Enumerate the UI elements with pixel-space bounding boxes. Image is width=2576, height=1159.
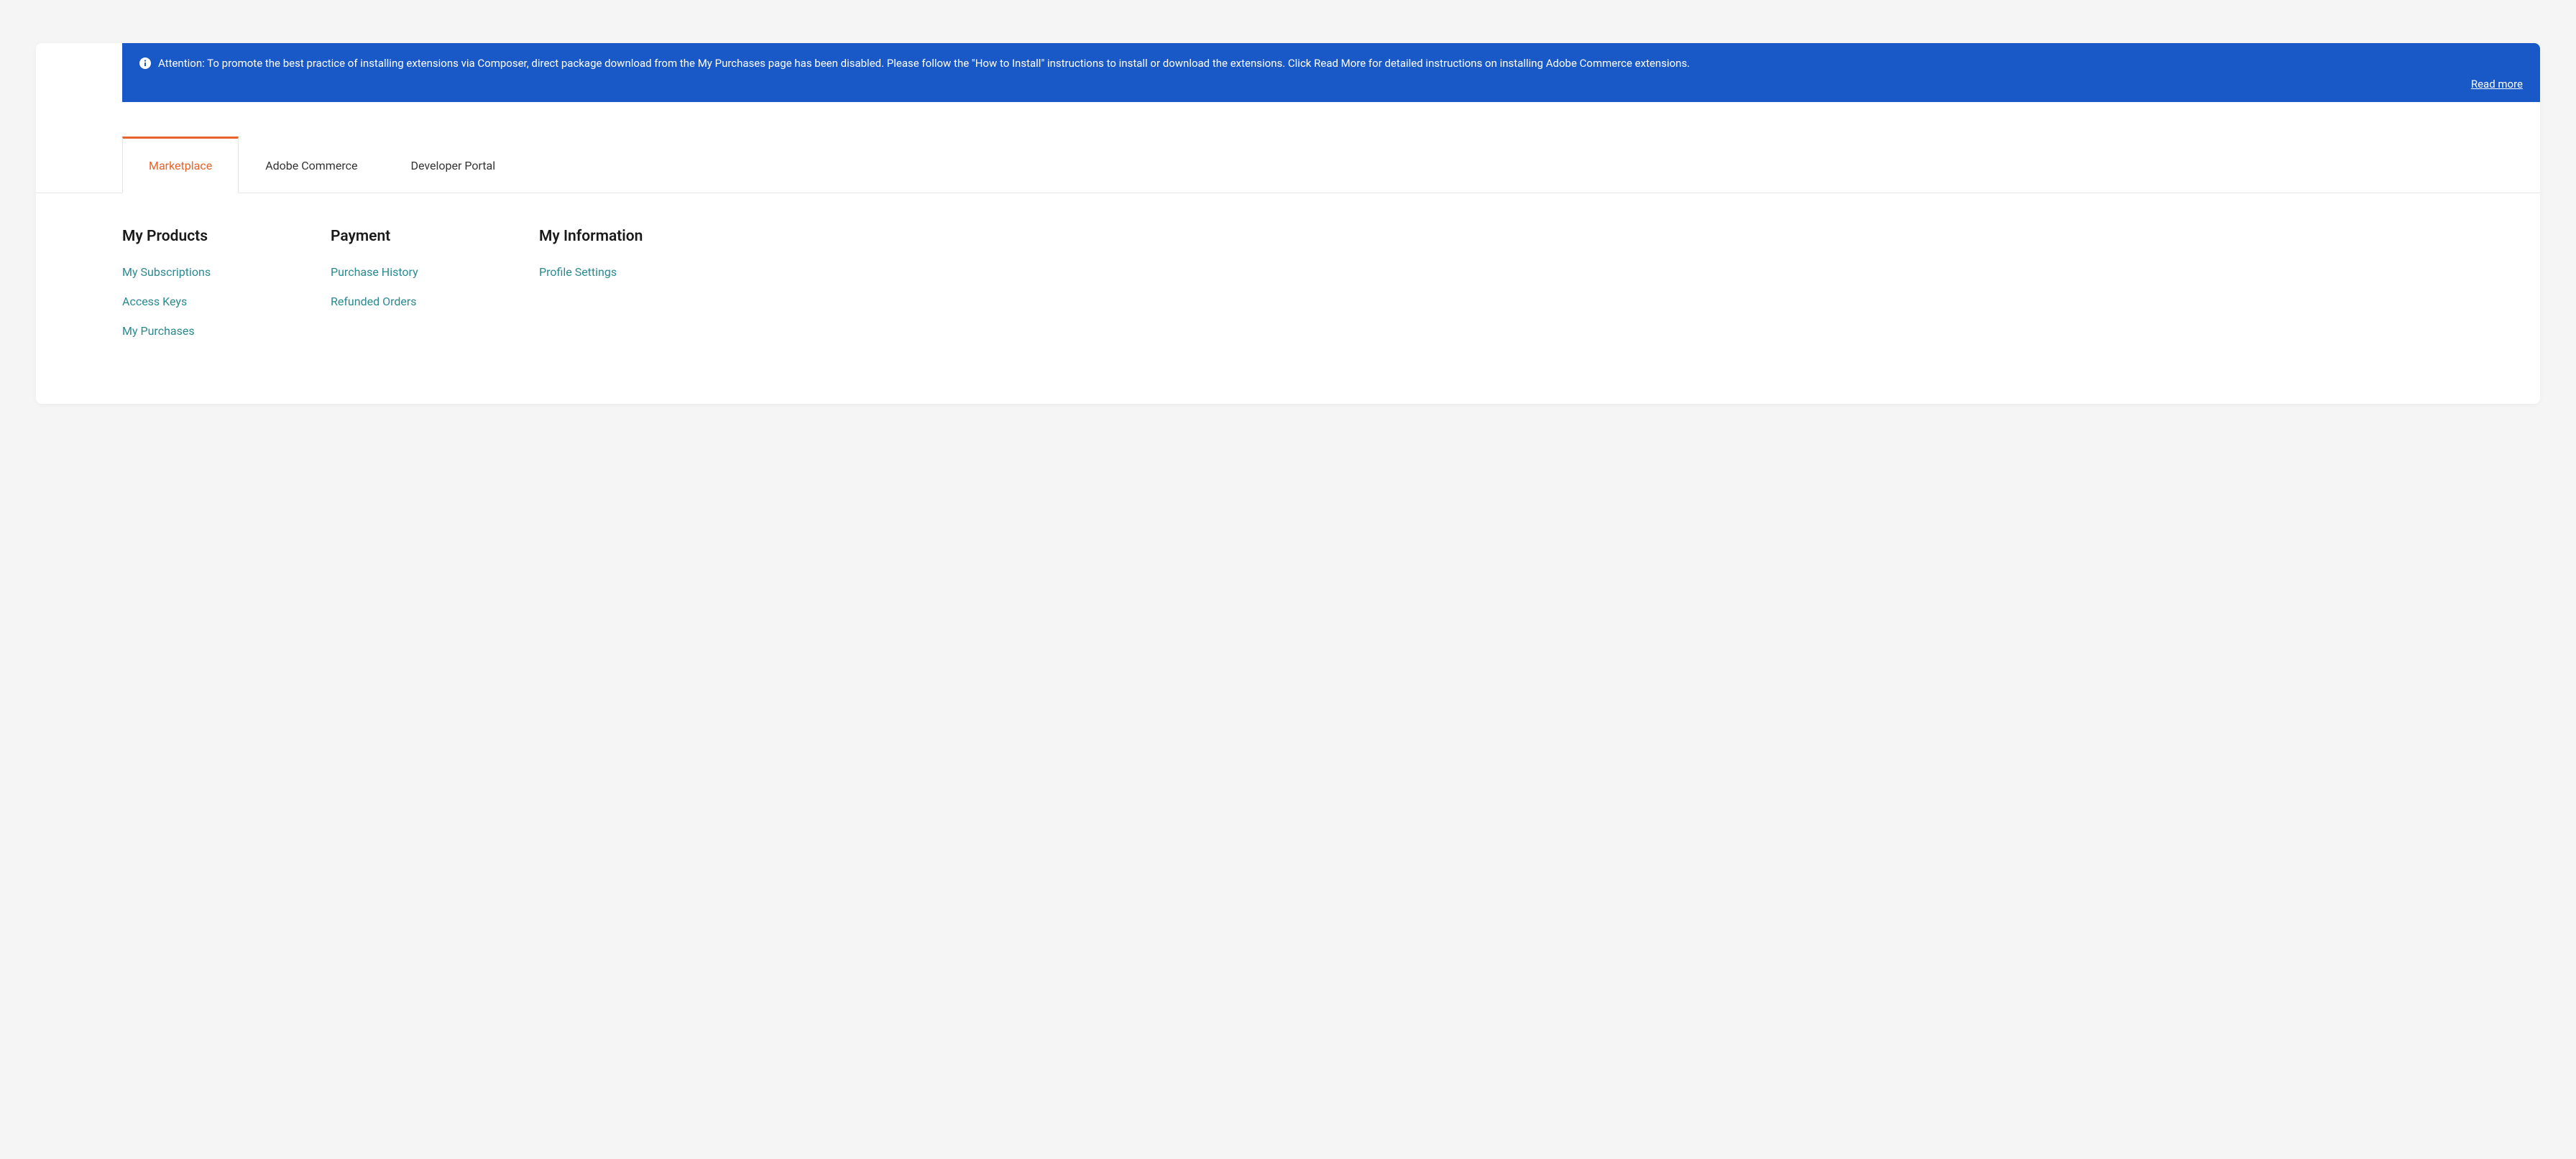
heading-payment: Payment (331, 228, 460, 245)
links-my-products: My Subscriptions Access Keys My Purchase… (122, 265, 252, 338)
column-my-products: My Products My Subscriptions Access Keys… (122, 228, 252, 354)
column-my-information: My Information Profile Settings (539, 228, 668, 354)
column-payment: Payment Purchase History Refunded Orders (331, 228, 460, 354)
banner-text: Attention: To promote the best practice … (158, 56, 1690, 72)
list-item: Purchase History (331, 265, 460, 279)
link-access-keys[interactable]: Access Keys (122, 295, 187, 308)
info-icon (139, 57, 151, 69)
list-item: My Purchases (122, 324, 252, 338)
links-payment: Purchase History Refunded Orders (331, 265, 460, 308)
tab-marketplace[interactable]: Marketplace (122, 137, 239, 193)
columns: My Products My Subscriptions Access Keys… (122, 228, 2540, 354)
tab-developer-portal[interactable]: Developer Portal (384, 137, 522, 193)
link-my-purchases[interactable]: My Purchases (122, 324, 195, 338)
link-profile-settings[interactable]: Profile Settings (539, 265, 617, 279)
list-item: Profile Settings (539, 265, 668, 279)
content-area: My Products My Subscriptions Access Keys… (36, 193, 2540, 404)
links-my-information: Profile Settings (539, 265, 668, 279)
link-purchase-history[interactable]: Purchase History (331, 265, 418, 279)
tabs-bar: Marketplace Adobe Commerce Developer Por… (36, 137, 2540, 193)
link-refunded-orders[interactable]: Refunded Orders (331, 295, 417, 308)
heading-my-information: My Information (539, 228, 668, 245)
list-item: Access Keys (122, 295, 252, 308)
tabs: Marketplace Adobe Commerce Developer Por… (122, 137, 2540, 193)
account-panel: Attention: To promote the best practice … (36, 43, 2540, 404)
list-item: My Subscriptions (122, 265, 252, 279)
tab-adobe-commerce[interactable]: Adobe Commerce (239, 137, 384, 193)
link-my-subscriptions[interactable]: My Subscriptions (122, 265, 211, 279)
attention-banner: Attention: To promote the best practice … (122, 43, 2540, 102)
heading-my-products: My Products (122, 228, 252, 245)
list-item: Refunded Orders (331, 295, 460, 308)
banner-content: Attention: To promote the best practice … (139, 56, 2523, 72)
read-more-link[interactable]: Read more (139, 78, 2523, 91)
